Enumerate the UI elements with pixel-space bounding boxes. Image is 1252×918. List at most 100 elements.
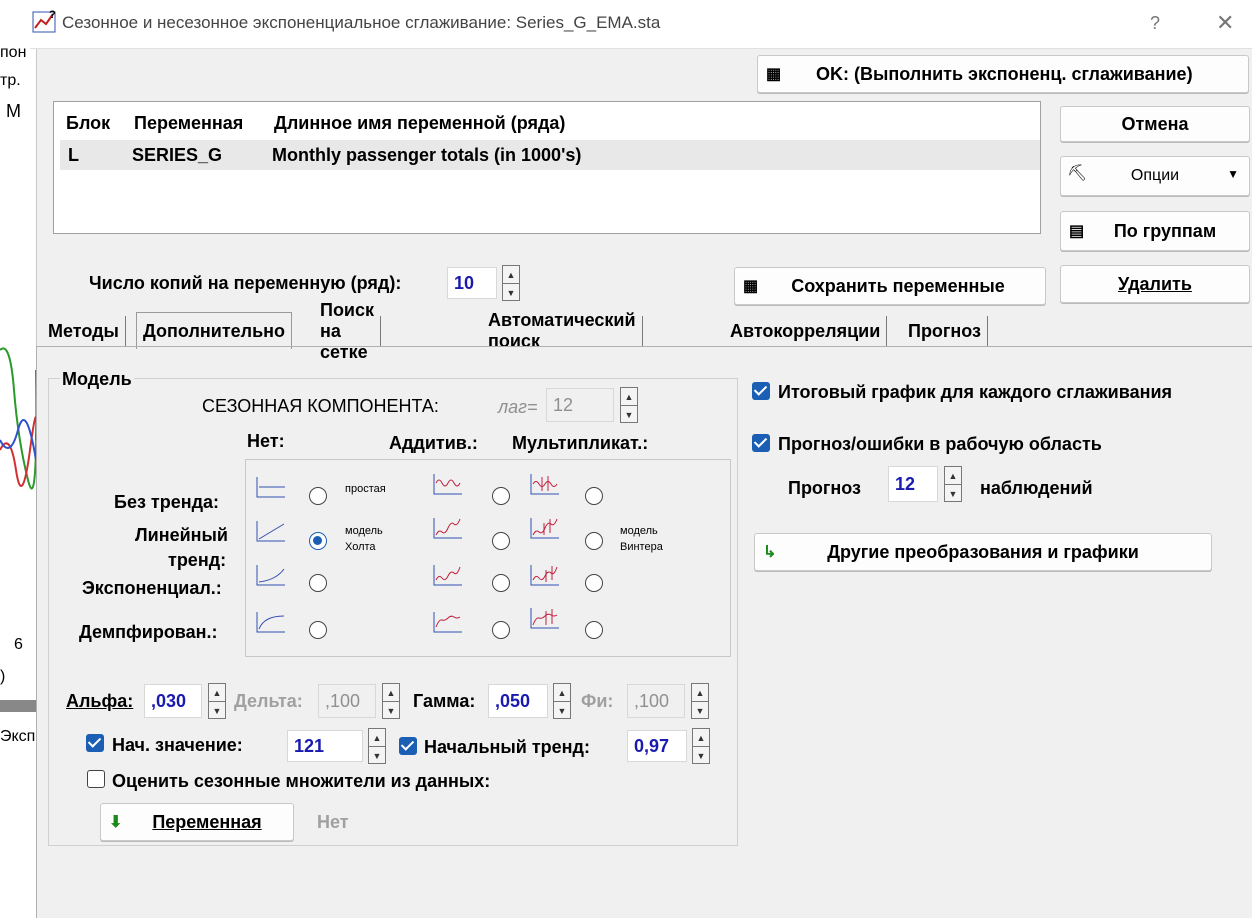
estimate-seasonal-label: Оценить сезонные множители из данных: bbox=[112, 771, 491, 791]
radio-additive-linear[interactable] bbox=[492, 532, 510, 550]
radio-additive-exp[interactable] bbox=[492, 574, 510, 592]
header-variable: Переменная bbox=[134, 112, 244, 133]
init-value-checkbox[interactable] bbox=[86, 734, 104, 752]
save-variables-icon: ▦ bbox=[743, 278, 759, 295]
winters-label-2: Винтера bbox=[620, 541, 663, 553]
cell-long-name: Monthly passenger totals (in 1000's) bbox=[272, 144, 582, 165]
variable-button[interactable]: ⬇ Переменная bbox=[100, 803, 294, 841]
forecast-label: Прогноз bbox=[788, 478, 862, 498]
copies-label: Число копий на переменную (ряд): bbox=[89, 273, 402, 293]
bg-text: пон bbox=[0, 44, 27, 61]
options-label: Опции bbox=[1130, 167, 1180, 184]
row-exponential-label: Экспоненциал.: bbox=[82, 578, 222, 598]
radio-none-no-trend[interactable] bbox=[309, 487, 327, 505]
seasonal-component-label: СЕЗОННАЯ КОМПОНЕНТА: bbox=[202, 396, 439, 416]
header-block: Блок bbox=[66, 112, 111, 133]
ok-button-label: OK: (Выполнить экспоненц. сглаживание) bbox=[816, 63, 1193, 84]
holt-label-2: Холта bbox=[345, 541, 376, 553]
alpha-input[interactable]: ,030 bbox=[144, 684, 202, 718]
close-button[interactable]: ✕ bbox=[1216, 10, 1234, 36]
copies-stepper[interactable]: ▲ ▼ bbox=[502, 265, 520, 301]
save-variables-button[interactable]: ▦ Сохранить переменные bbox=[734, 267, 1046, 305]
bg-text: тр. bbox=[0, 72, 21, 89]
copies-input[interactable]: 10 bbox=[447, 267, 497, 299]
delete-label: Удалить bbox=[1118, 273, 1192, 294]
cancel-button[interactable]: Отмена bbox=[1060, 106, 1250, 142]
estimate-seasonal-checkbox[interactable] bbox=[87, 770, 105, 788]
cancel-label: Отмена bbox=[1121, 113, 1189, 134]
lag-label: лаг= bbox=[498, 397, 538, 417]
init-trend-input[interactable]: 0,97 bbox=[627, 730, 687, 762]
lag-stepper[interactable]: ▲ ▼ bbox=[620, 387, 638, 423]
init-trend-checkbox[interactable] bbox=[399, 737, 417, 755]
radio-mult-damped[interactable] bbox=[585, 621, 603, 639]
options-icon: ⛏ bbox=[1067, 165, 1088, 182]
phi-label: Фи: bbox=[581, 691, 614, 711]
init-trend-stepper[interactable]: ▲ ▼ bbox=[692, 728, 710, 764]
forecast-errors-label: Прогноз/ошибки в рабочую область bbox=[778, 434, 1102, 454]
other-transforms-label: Другие преобразования и графики bbox=[827, 541, 1139, 562]
init-value-input[interactable]: 121 bbox=[287, 730, 363, 762]
bg-text: M bbox=[6, 101, 21, 121]
by-groups-button[interactable]: ▤ По группам bbox=[1060, 211, 1250, 251]
table-row[interactable]: L SERIES_G Monthly passenger totals (in … bbox=[60, 140, 1040, 170]
exp-trend-icon bbox=[256, 565, 285, 586]
radio-mult-no-trend[interactable] bbox=[585, 487, 603, 505]
ok-button[interactable]: ▦ OK: (Выполнить экспоненц. сглаживание) bbox=[757, 55, 1249, 93]
table-header: Блок Переменная Длинное имя переменной (… bbox=[62, 108, 1040, 138]
radio-none-damped[interactable] bbox=[309, 621, 327, 639]
col-none-label: Нет: bbox=[247, 431, 285, 451]
final-graph-checkbox[interactable] bbox=[752, 382, 770, 400]
tab-methods[interactable]: Методы bbox=[42, 316, 126, 346]
linear-trend-icon bbox=[256, 521, 285, 542]
header-long-name: Длинное имя переменной (ряда) bbox=[274, 112, 566, 133]
tab-forecast[interactable]: Прогноз bbox=[902, 316, 989, 346]
alpha-stepper[interactable]: ▲ ▼ bbox=[208, 683, 226, 719]
variables-table[interactable]: Блок Переменная Длинное имя переменной (… bbox=[53, 101, 1041, 234]
radio-none-linear[interactable] bbox=[309, 532, 327, 550]
bg-scrollbar bbox=[0, 700, 36, 712]
tab-additional[interactable]: Дополнительно bbox=[136, 312, 293, 349]
forecast-errors-checkbox[interactable] bbox=[752, 434, 770, 452]
radio-mult-exp[interactable] bbox=[585, 574, 603, 592]
chevron-down-icon: ▼ bbox=[1227, 167, 1239, 181]
radio-additive-no-trend[interactable] bbox=[492, 487, 510, 505]
mult-flat-icon bbox=[530, 474, 559, 495]
additive-damped-icon bbox=[433, 612, 462, 633]
help-button[interactable]: ? bbox=[1150, 13, 1160, 34]
gamma-input[interactable]: ,050 bbox=[488, 684, 548, 718]
delete-button[interactable]: Удалить bbox=[1060, 265, 1250, 303]
model-group-title: Модель bbox=[60, 369, 134, 390]
other-transforms-button[interactable]: ↳ Другие преобразования и графики bbox=[754, 533, 1212, 571]
window-title: Сезонное и несезонное экспоненциальное с… bbox=[62, 13, 661, 32]
radio-additive-damped[interactable] bbox=[492, 621, 510, 639]
delta-input[interactable]: ,100 bbox=[318, 684, 376, 718]
app-icon: ? bbox=[32, 9, 56, 33]
init-value-stepper[interactable]: ▲ ▼ bbox=[368, 728, 386, 764]
variable-none-text: Нет bbox=[317, 812, 349, 832]
variable-icon: ⬇ bbox=[109, 814, 123, 831]
gamma-label: Гамма: bbox=[413, 691, 476, 711]
lag-input[interactable]: 12 bbox=[546, 388, 614, 422]
tab-grid-search[interactable]: Поиск на сетке bbox=[314, 300, 382, 362]
radio-none-exp[interactable] bbox=[309, 574, 327, 592]
phi-input[interactable]: ,100 bbox=[627, 684, 685, 718]
forecast-input[interactable]: 12 bbox=[888, 466, 938, 502]
transforms-icon: ↳ bbox=[763, 544, 777, 561]
phi-stepper[interactable]: ▲ ▼ bbox=[691, 683, 709, 719]
bg-chart bbox=[0, 347, 36, 490]
by-groups-icon: ▤ bbox=[1069, 223, 1085, 240]
holt-label-1: модель bbox=[345, 525, 383, 537]
mult-exp-icon bbox=[530, 565, 559, 586]
bg-text: 6 bbox=[14, 636, 23, 653]
tab-autocorrelations[interactable]: Автокорреляции bbox=[724, 316, 888, 346]
delta-stepper[interactable]: ▲ ▼ bbox=[382, 683, 400, 719]
row-no-trend-label: Без тренда: bbox=[114, 492, 220, 512]
radio-mult-linear[interactable] bbox=[585, 532, 603, 550]
tab-auto-search[interactable]: Автоматический поиск bbox=[482, 310, 643, 351]
forecast-stepper[interactable]: ▲ ▼ bbox=[944, 466, 962, 502]
options-button[interactable]: ⛏ Опции ▼ bbox=[1060, 156, 1250, 196]
init-value-label: Нач. значение: bbox=[112, 735, 243, 755]
additive-exp-icon bbox=[433, 565, 462, 586]
gamma-stepper[interactable]: ▲ ▼ bbox=[553, 683, 571, 719]
